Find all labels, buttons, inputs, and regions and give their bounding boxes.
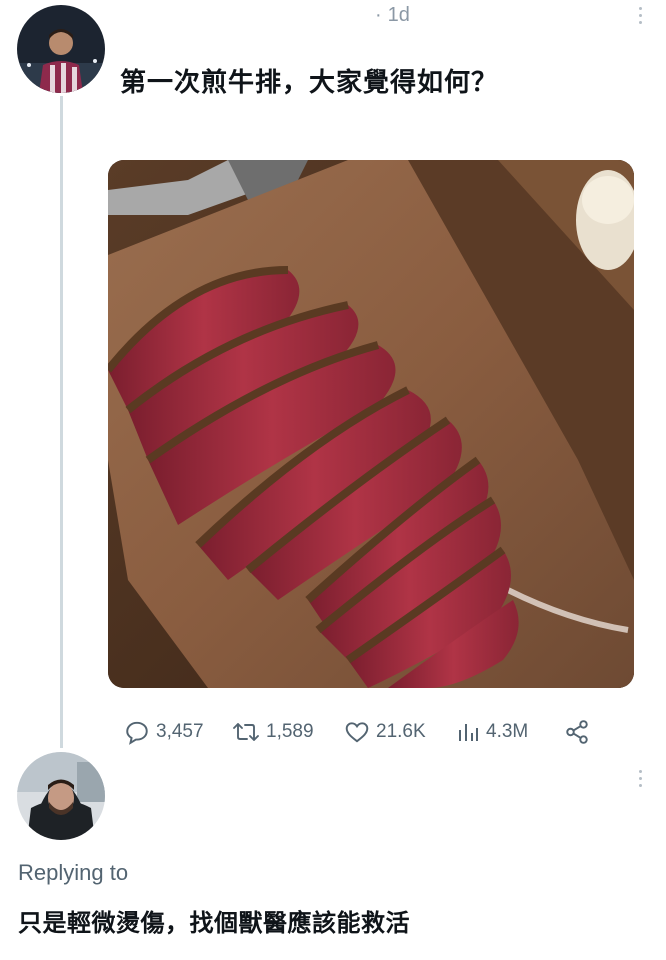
replying-to-label: Replying to [18,860,129,885]
views-count: 4.3M [486,721,529,742]
views-button[interactable]: 4.3M [456,716,528,748]
share-button[interactable] [564,716,590,748]
tweet-media-image[interactable] [108,160,634,688]
heart-icon [345,722,369,743]
retweet-count: 1,589 [266,721,314,742]
retweet-icon [233,723,259,741]
like-button[interactable]: 21.6K [344,716,426,748]
thread-connector-line [60,96,63,748]
retweet-button[interactable]: 1,589 [232,716,314,748]
tweet-timestamp[interactable]: · 1d [375,4,410,27]
separator-dot: · [375,4,382,26]
share-icon [566,720,588,744]
reply-text: 只是輕微燙傷，找個獸醫應該能救活 [18,909,410,937]
reply-icon [126,721,148,745]
reply-author-avatar[interactable] [17,752,105,840]
reply-button[interactable]: 3,457 [124,716,204,748]
views-icon [459,724,478,741]
timestamp-text: 1d [387,4,410,26]
more-options-icon[interactable] [634,7,646,24]
tweet-text: 第一次煎牛排，大家覺得如何？ [120,68,499,98]
reply-more-options-icon[interactable] [634,770,646,787]
reply-count: 3,457 [156,721,204,742]
author-avatar[interactable] [17,5,105,93]
like-count: 21.6K [376,721,426,742]
